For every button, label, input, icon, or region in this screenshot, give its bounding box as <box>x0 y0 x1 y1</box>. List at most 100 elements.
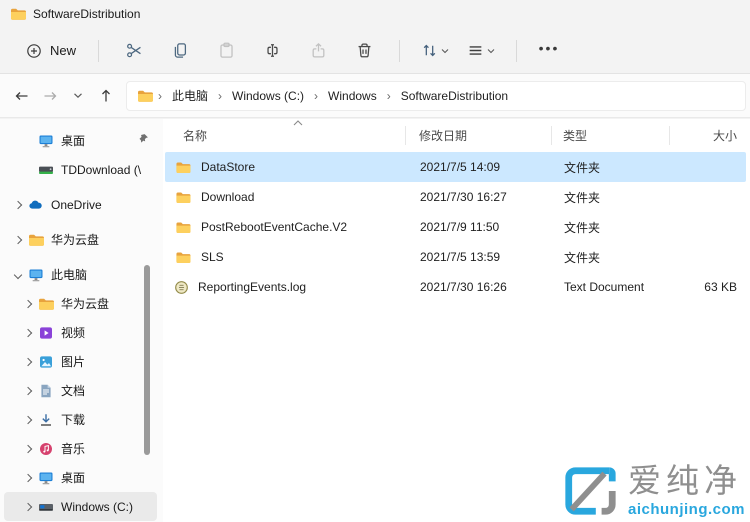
file-row-datastore[interactable]: DataStore 2021/7/5 14:09 文件夹 <box>165 152 746 182</box>
file-name: DataStore <box>201 160 256 174</box>
breadcrumb-softwaredistribution[interactable]: SoftwareDistribution <box>396 86 513 106</box>
file-row-reportingevents-log[interactable]: ReportingEvents.log 2021/7/30 16:26 Text… <box>165 272 746 302</box>
column-header-type[interactable]: 类型 <box>551 119 669 152</box>
chevron-right-icon[interactable] <box>20 325 36 341</box>
this-pc-icon <box>29 269 43 281</box>
sidebar-item-desktop[interactable]: 桌面 <box>4 463 157 492</box>
column-header-size[interactable]: 大小 <box>669 119 745 152</box>
view-button[interactable] <box>458 34 504 68</box>
view-list-icon <box>469 46 482 55</box>
sidebar-item-this-pc[interactable]: 此电脑 <box>4 260 157 289</box>
share-button[interactable] <box>295 34 341 68</box>
file-name: ReportingEvents.log <box>198 280 307 294</box>
trash-icon <box>358 43 370 58</box>
chevron-right-icon[interactable] <box>20 383 36 399</box>
chevron-right-icon[interactable] <box>20 354 36 370</box>
file-type: 文件夹 <box>564 190 601 205</box>
sidebar-item-documents[interactable]: 文档 <box>4 376 157 405</box>
file-row-sls[interactable]: SLS 2021/7/5 13:59 文件夹 <box>165 242 746 272</box>
breadcrumb-windows-c[interactable]: Windows (C:) <box>227 86 309 106</box>
chevron-right-icon[interactable] <box>10 232 26 248</box>
sidebar-scrollbar[interactable] <box>144 265 150 455</box>
toolbar: New ••• <box>0 28 750 74</box>
chevron-right-icon[interactable] <box>20 499 36 515</box>
breadcrumb-windows[interactable]: Windows <box>323 86 382 106</box>
breadcrumb-separator: › <box>386 88 391 103</box>
share-icon <box>312 43 324 58</box>
address-bar[interactable]: › 此电脑 › Windows (C:) › Windows › Softwar… <box>126 80 746 111</box>
downloads-icon <box>41 413 51 426</box>
file-row-download[interactable]: Download 2021/7/30 16:27 文件夹 <box>165 182 746 212</box>
file-size: 63 KB <box>704 280 737 294</box>
chevron-right-icon[interactable] <box>20 412 36 428</box>
watermark-brand: 爱纯净 <box>627 462 742 499</box>
forward-button[interactable] <box>36 81 64 111</box>
paste-button[interactable] <box>203 34 249 68</box>
cut-button[interactable] <box>111 34 157 68</box>
videos-icon <box>40 326 52 339</box>
file-type: 文件夹 <box>564 250 601 265</box>
sort-button[interactable] <box>412 34 458 68</box>
recent-locations-button[interactable] <box>64 81 92 111</box>
sidebar-item-label: 视频 <box>61 326 86 340</box>
sidebar-item-desktop-pinned[interactable]: 桌面 <box>4 126 157 155</box>
chevron-right-icon[interactable] <box>20 470 36 486</box>
new-button-label: New <box>50 43 77 58</box>
folder-icon <box>176 222 191 233</box>
chevron-right-icon[interactable] <box>10 197 26 213</box>
watermark-domain: aichunjing.com <box>627 500 745 518</box>
file-type: 文件夹 <box>564 220 601 235</box>
sidebar-item-tddownload[interactable]: TDDownload (\ <box>4 155 157 184</box>
navigation-pane: 桌面 TDDownload (\ OneDrive 华为云盘 此电脑 华为云盘 … <box>0 119 163 522</box>
delete-button[interactable] <box>341 34 387 68</box>
file-date: 2021/7/30 16:27 <box>420 190 507 204</box>
sidebar-item-videos[interactable]: 视频 <box>4 318 157 347</box>
sidebar-item-downloads[interactable]: 下载 <box>4 405 157 434</box>
sidebar-item-windows-c[interactable]: Windows (C:) <box>4 492 157 521</box>
file-name: PostRebootEventCache.V2 <box>201 220 348 234</box>
desktop-icon <box>39 135 53 147</box>
folder-location-icon <box>138 90 153 102</box>
chevron-down-icon[interactable] <box>10 267 26 283</box>
up-button[interactable] <box>92 81 120 111</box>
file-explorer-window: SoftwareDistribution New ••• › 此电脑 › Win… <box>0 0 750 522</box>
back-button[interactable] <box>8 81 36 111</box>
drive-icon <box>39 166 53 174</box>
sidebar-item-label: 下载 <box>61 413 86 427</box>
rename-icon <box>266 44 278 57</box>
file-date: 2021/7/9 11:50 <box>420 220 500 234</box>
windows-drive-icon <box>39 503 53 511</box>
chevron-right-icon[interactable] <box>20 441 36 457</box>
more-options-button[interactable]: ••• <box>529 34 569 68</box>
onedrive-icon <box>29 200 42 209</box>
music-icon <box>40 442 52 455</box>
sidebar-item-onedrive[interactable]: OneDrive <box>4 190 157 219</box>
rename-button[interactable] <box>249 34 295 68</box>
log-file-icon <box>175 280 188 294</box>
arrow-right-icon <box>44 91 57 100</box>
sidebar-item-huawei-cloud-child[interactable]: 华为云盘 <box>4 289 157 318</box>
copy-button[interactable] <box>157 34 203 68</box>
arrow-left-icon <box>15 91 28 100</box>
address-bar-row: › 此电脑 › Windows (C:) › Windows › Softwar… <box>0 74 750 118</box>
file-name: Download <box>201 190 255 204</box>
toolbar-divider <box>98 39 100 62</box>
pin-icon <box>139 134 148 143</box>
column-header-date[interactable]: 修改日期 <box>405 119 551 152</box>
chevron-right-icon[interactable] <box>20 296 36 312</box>
file-type: Text Document <box>564 280 645 294</box>
sidebar-item-pictures[interactable]: 图片 <box>4 347 157 376</box>
file-date: 2021/7/5 13:59 <box>420 250 501 264</box>
copy-icon <box>174 43 186 58</box>
sidebar-item-music[interactable]: 音乐 <box>4 434 157 463</box>
plus-circle-icon <box>27 43 41 58</box>
sidebar-item-label: 音乐 <box>61 442 86 456</box>
file-row-postrebooteventcache[interactable]: PostRebootEventCache.V2 2021/7/9 11:50 文… <box>165 212 746 242</box>
column-header-name[interactable]: 名称 <box>165 119 405 152</box>
file-date: 2021/7/30 16:26 <box>420 280 507 294</box>
sidebar-item-huawei-cloud[interactable]: 华为云盘 <box>4 225 157 254</box>
new-button[interactable]: New <box>16 37 86 65</box>
file-name: SLS <box>201 250 224 264</box>
breadcrumb-this-pc[interactable]: 此电脑 <box>167 84 213 107</box>
sidebar-item-label: 华为云盘 <box>61 297 110 311</box>
